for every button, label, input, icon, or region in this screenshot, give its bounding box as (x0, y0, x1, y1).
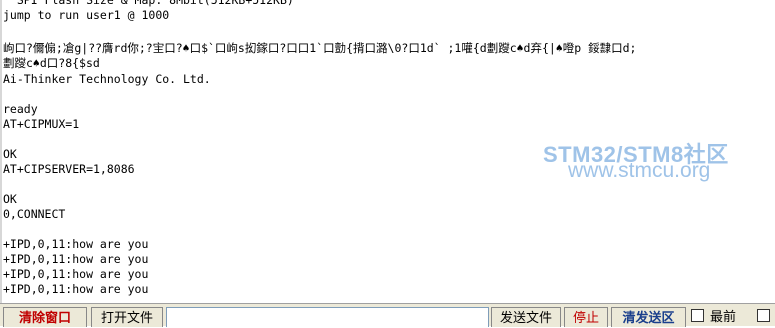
terminal-line: jump to run user1 @ 1000 (3, 8, 170, 22)
clear-window-button[interactable]: 清除窗口 (3, 307, 87, 327)
terminal-line: +IPD,0,11:how are you (3, 267, 149, 281)
terminal-line: 劃躞c♠d口?8{$sd (3, 56, 100, 70)
extra-checkbox[interactable] (757, 309, 770, 322)
always-on-top-label: 最前 (710, 309, 737, 324)
always-on-top-checkbox[interactable] (691, 309, 704, 322)
terminal-line: +IPD,0,11:how are you (3, 282, 149, 296)
terminal-line: +IPD,0,11:how are you (3, 237, 149, 251)
open-file-button[interactable]: 打开文件 (91, 307, 163, 327)
bottom-toolbar: 清除窗口 打开文件 发送文件 停止 清发送区 最前 (0, 303, 775, 327)
watermark-url: www.stmcu.org (568, 159, 711, 182)
terminal-line: AT+CIPMUX=1 (3, 117, 80, 131)
send-file-button[interactable]: 发送文件 (491, 307, 561, 327)
terminal-line: ready (3, 102, 38, 116)
terminal-output[interactable]: SPI Flash Size & Map: 8Mbit(512KB+512KB)… (0, 0, 775, 303)
stop-button[interactable]: 停止 (564, 307, 608, 327)
terminal-line: AT+CIPSERVER=1,8086 (3, 162, 135, 176)
terminal-line: OK (3, 192, 17, 206)
terminal-line: SPI Flash Size & Map: 8Mbit(512KB+512KB) (3, 0, 294, 7)
terminal-line: OK (3, 147, 17, 161)
terminal-left-edge (0, 0, 2, 303)
terminal-line: +IPD,0,11:how are you (3, 252, 149, 266)
terminal-line: 0,CONNECT (3, 207, 66, 221)
terminal-line: Ai-Thinker Technology Co. Ltd. (3, 72, 211, 86)
terminal-line: 岣口?儞傓;凔g|??膺rd你;?宔口?♠口$`口岣s抝鎵口?口口1`口勯{揹口… (3, 41, 637, 55)
send-text-input[interactable] (166, 307, 489, 327)
clear-send-area-button[interactable]: 清发送区 (611, 307, 686, 327)
